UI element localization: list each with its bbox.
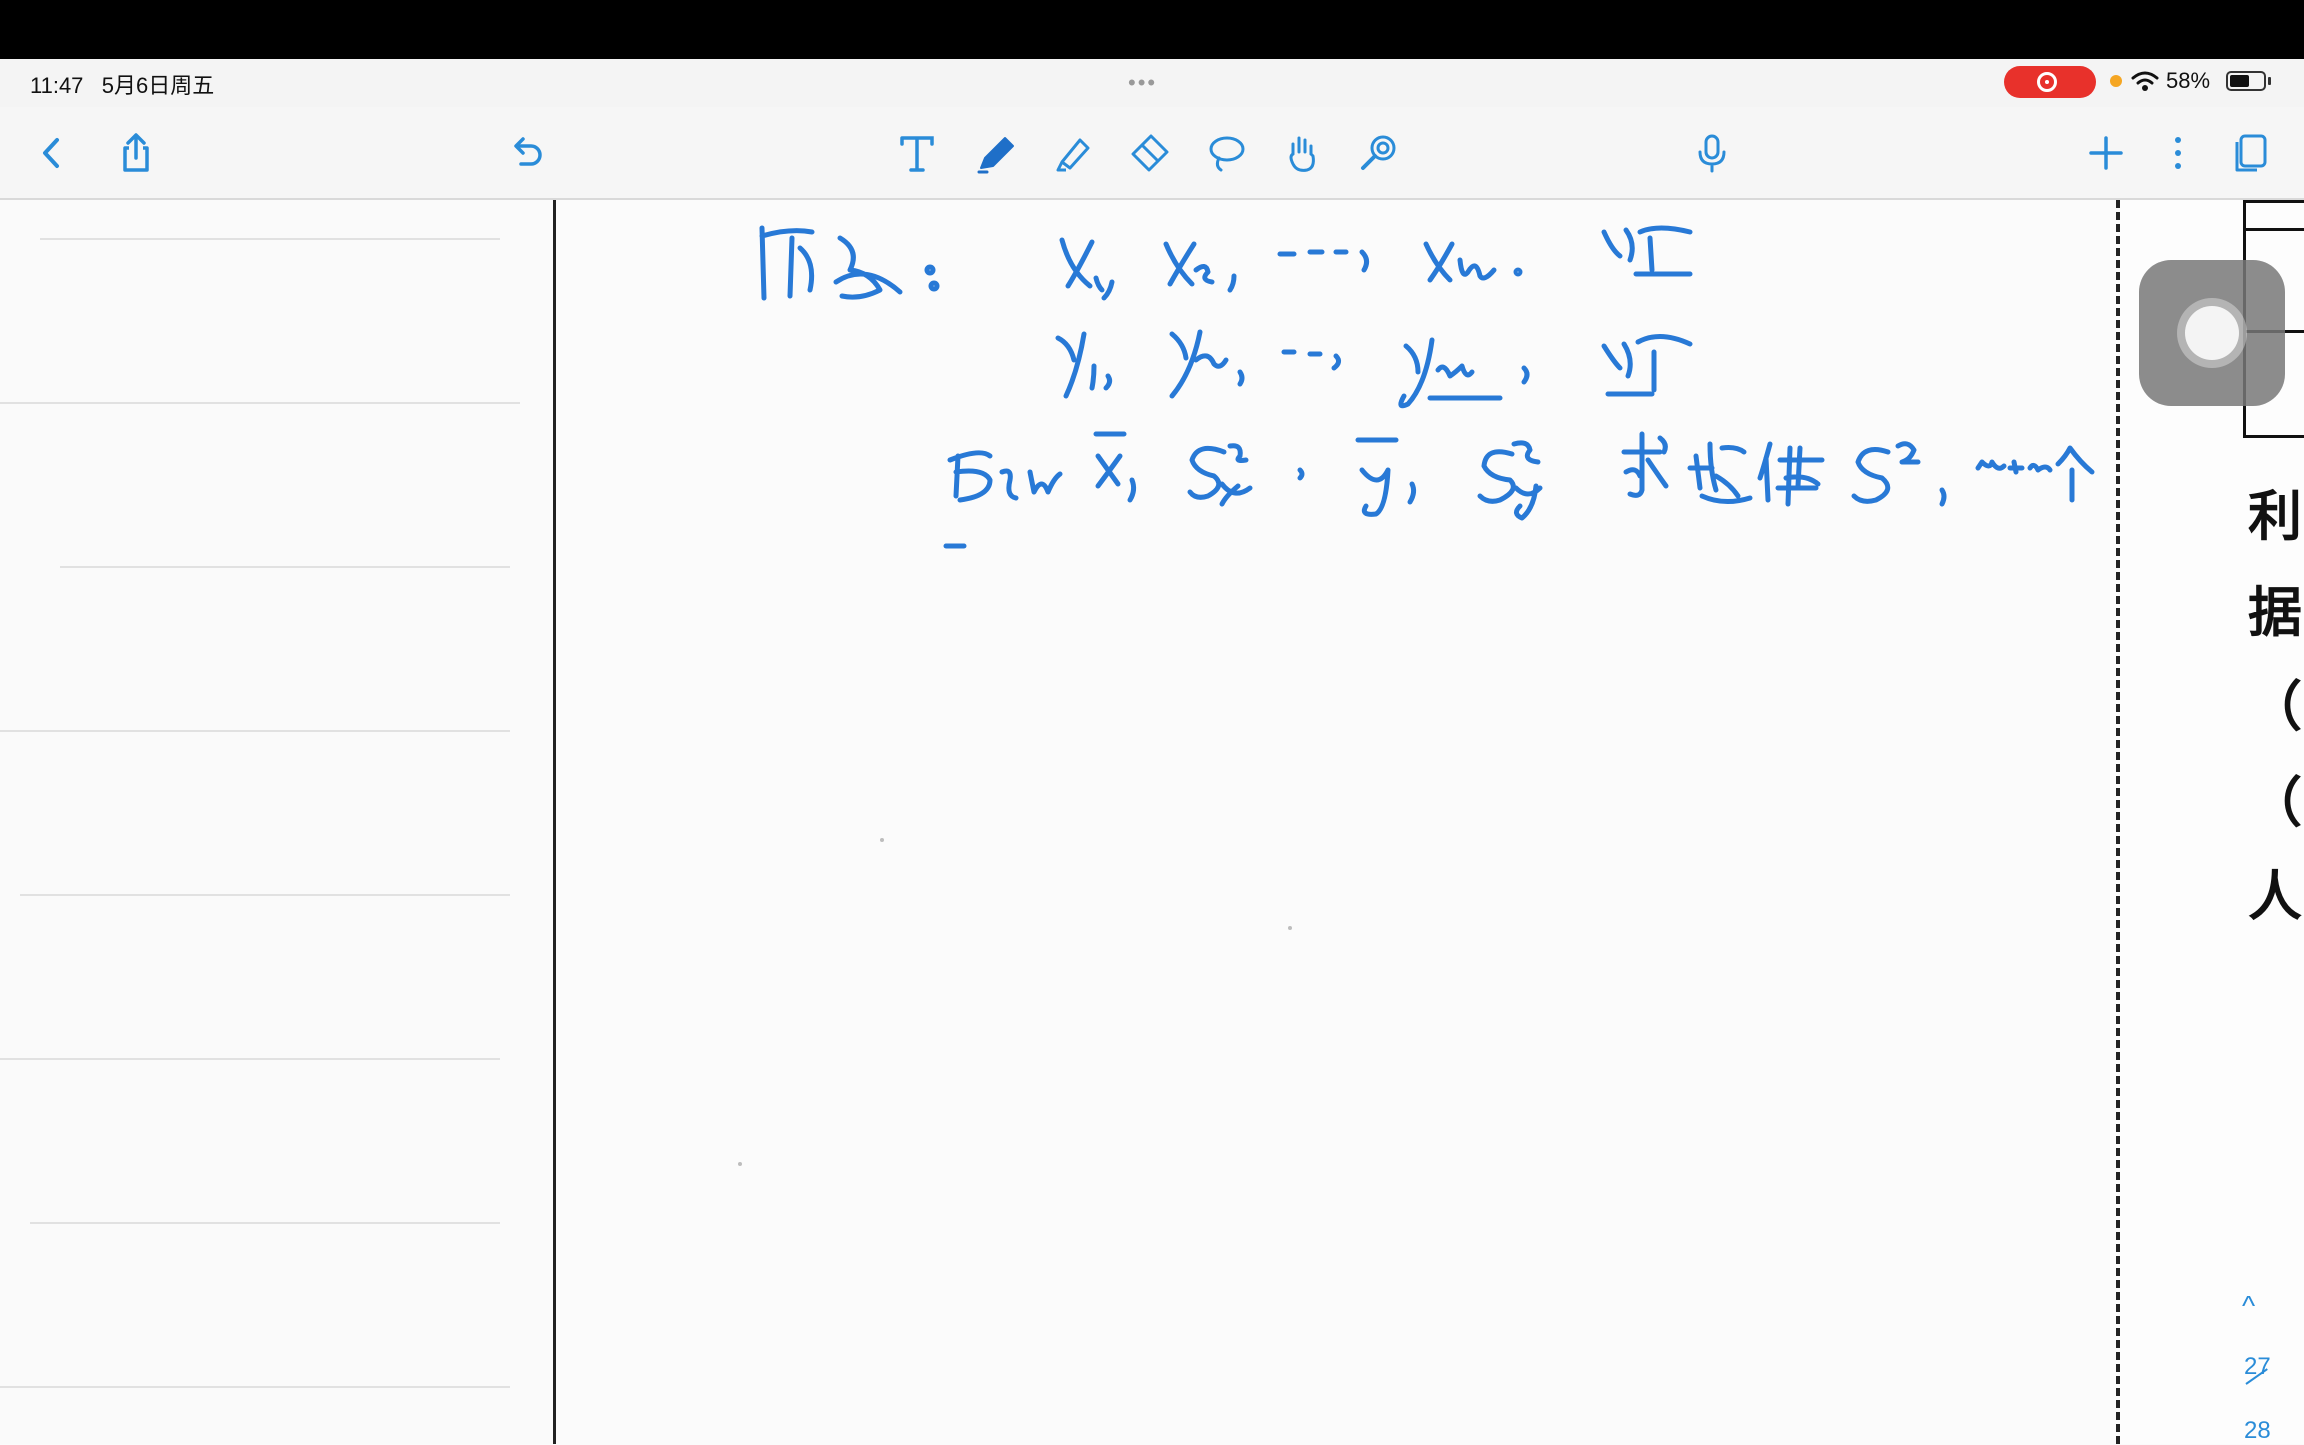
handwritten-ink xyxy=(759,225,2143,549)
doc-text-char: 人 xyxy=(2248,864,2302,928)
page-up-icon[interactable]: ^ xyxy=(2242,1290,2255,1322)
ink-line-2 xyxy=(1055,329,1693,409)
doc-text-char: 据 xyxy=(2248,580,2302,644)
doc-text-char: （2 xyxy=(2248,770,2304,834)
ink-line-3 xyxy=(943,431,2143,549)
doc-text-char: （1 xyxy=(2248,674,2304,738)
assistive-touch-button[interactable] xyxy=(2139,260,2285,406)
doc-text-char: 利 xyxy=(2248,484,2302,548)
total-page-count: 28 xyxy=(2244,1417,2271,1444)
ink-line-1 xyxy=(759,225,1693,301)
